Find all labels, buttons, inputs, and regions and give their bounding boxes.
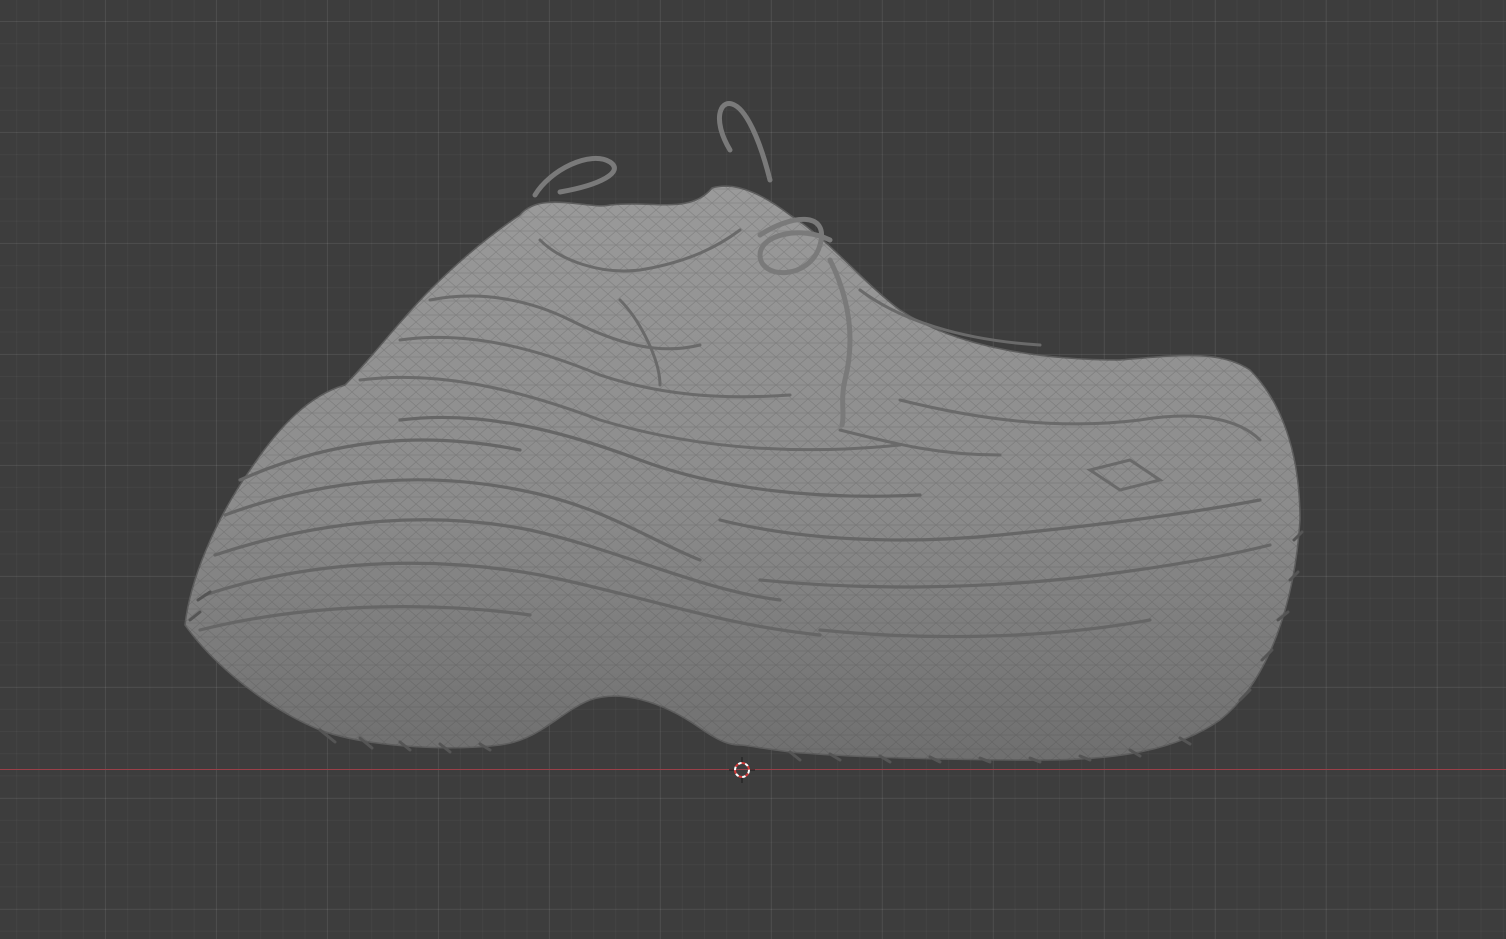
- 3d-viewport[interactable]: [0, 0, 1506, 939]
- 3d-cursor-icon[interactable]: [729, 757, 755, 783]
- shoe-body: [184, 185, 1301, 761]
- shoe-mesh-object[interactable]: [0, 0, 1506, 939]
